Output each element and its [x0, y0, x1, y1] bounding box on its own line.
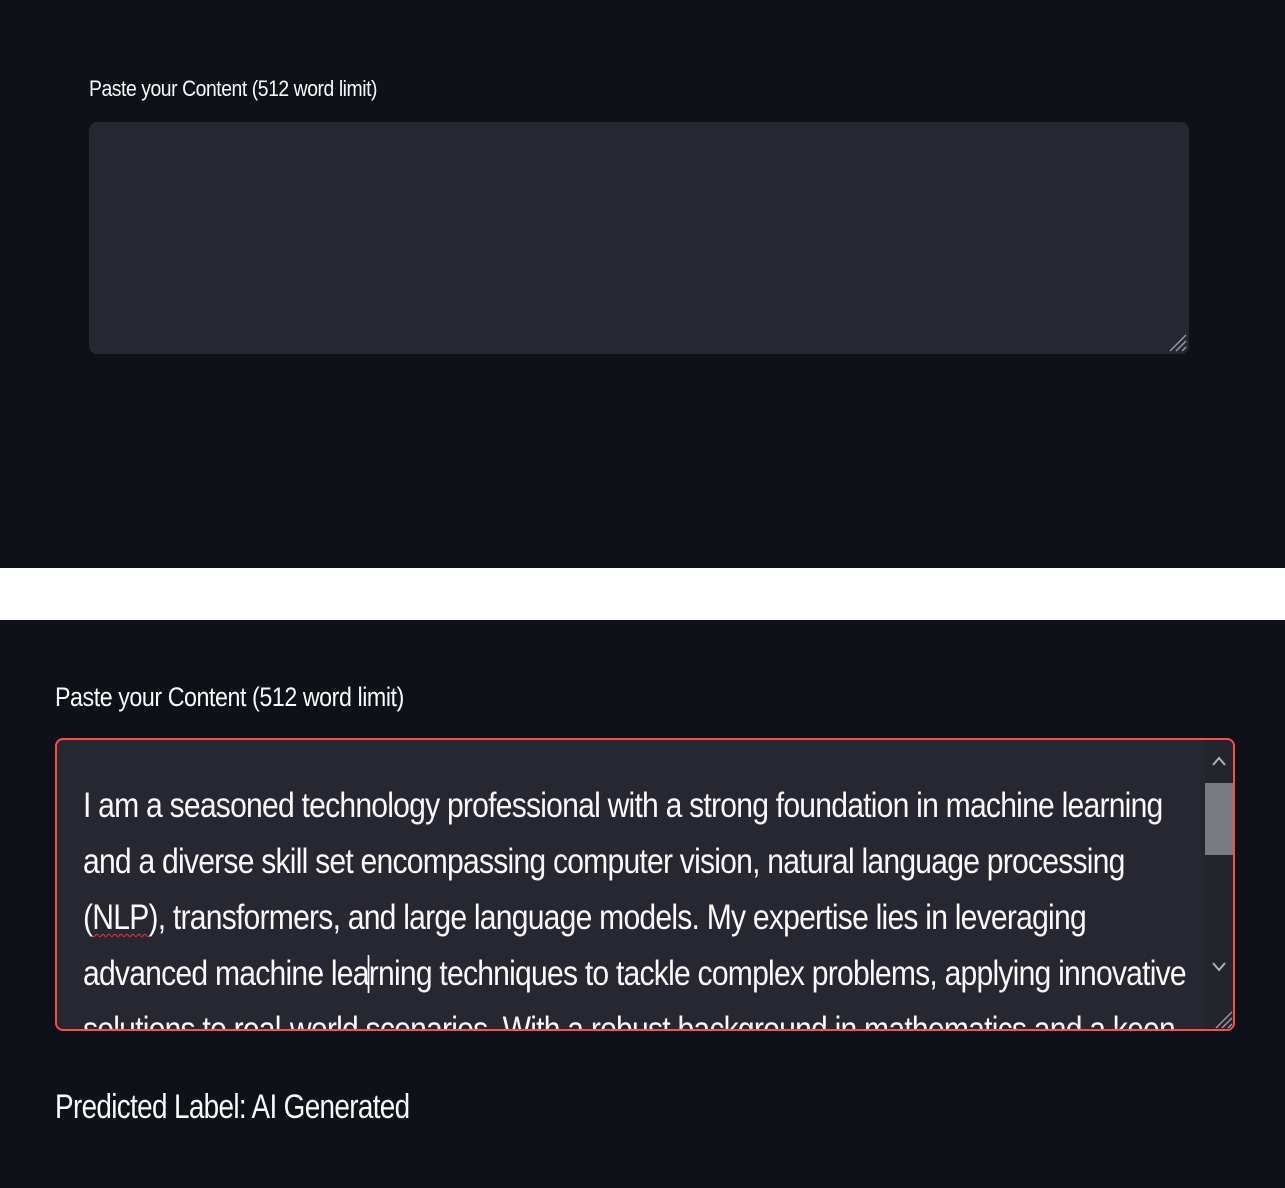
chevron-up-icon — [1212, 756, 1226, 766]
content-field-label: Paste your Content (512 word limit) — [89, 76, 378, 101]
content-field-label: Paste your Content (512 word limit) — [55, 682, 404, 712]
scroll-down-button[interactable] — [1205, 948, 1233, 986]
content-text[interactable]: I am a seasoned technology professional … — [83, 778, 1210, 1029]
content-textarea-empty[interactable] — [89, 122, 1189, 354]
resize-grip-icon[interactable] — [1165, 330, 1187, 352]
scrollbar-thumb[interactable] — [1205, 783, 1233, 855]
resize-grip-icon[interactable] — [1211, 1007, 1233, 1029]
content-textarea-filled[interactable]: I am a seasoned technology professional … — [55, 738, 1235, 1031]
scroll-up-button[interactable] — [1205, 742, 1233, 780]
chevron-down-icon — [1212, 962, 1226, 972]
vertical-scrollbar[interactable] — [1205, 740, 1233, 1029]
predicted-label: Predicted Label: AI Generated — [55, 1088, 410, 1126]
top-panel: Paste your Content (512 word limit) — [0, 0, 1285, 568]
bottom-panel: Paste your Content (512 word limit) I am… — [0, 620, 1285, 1188]
misspelled-word: NLP — [92, 898, 149, 937]
